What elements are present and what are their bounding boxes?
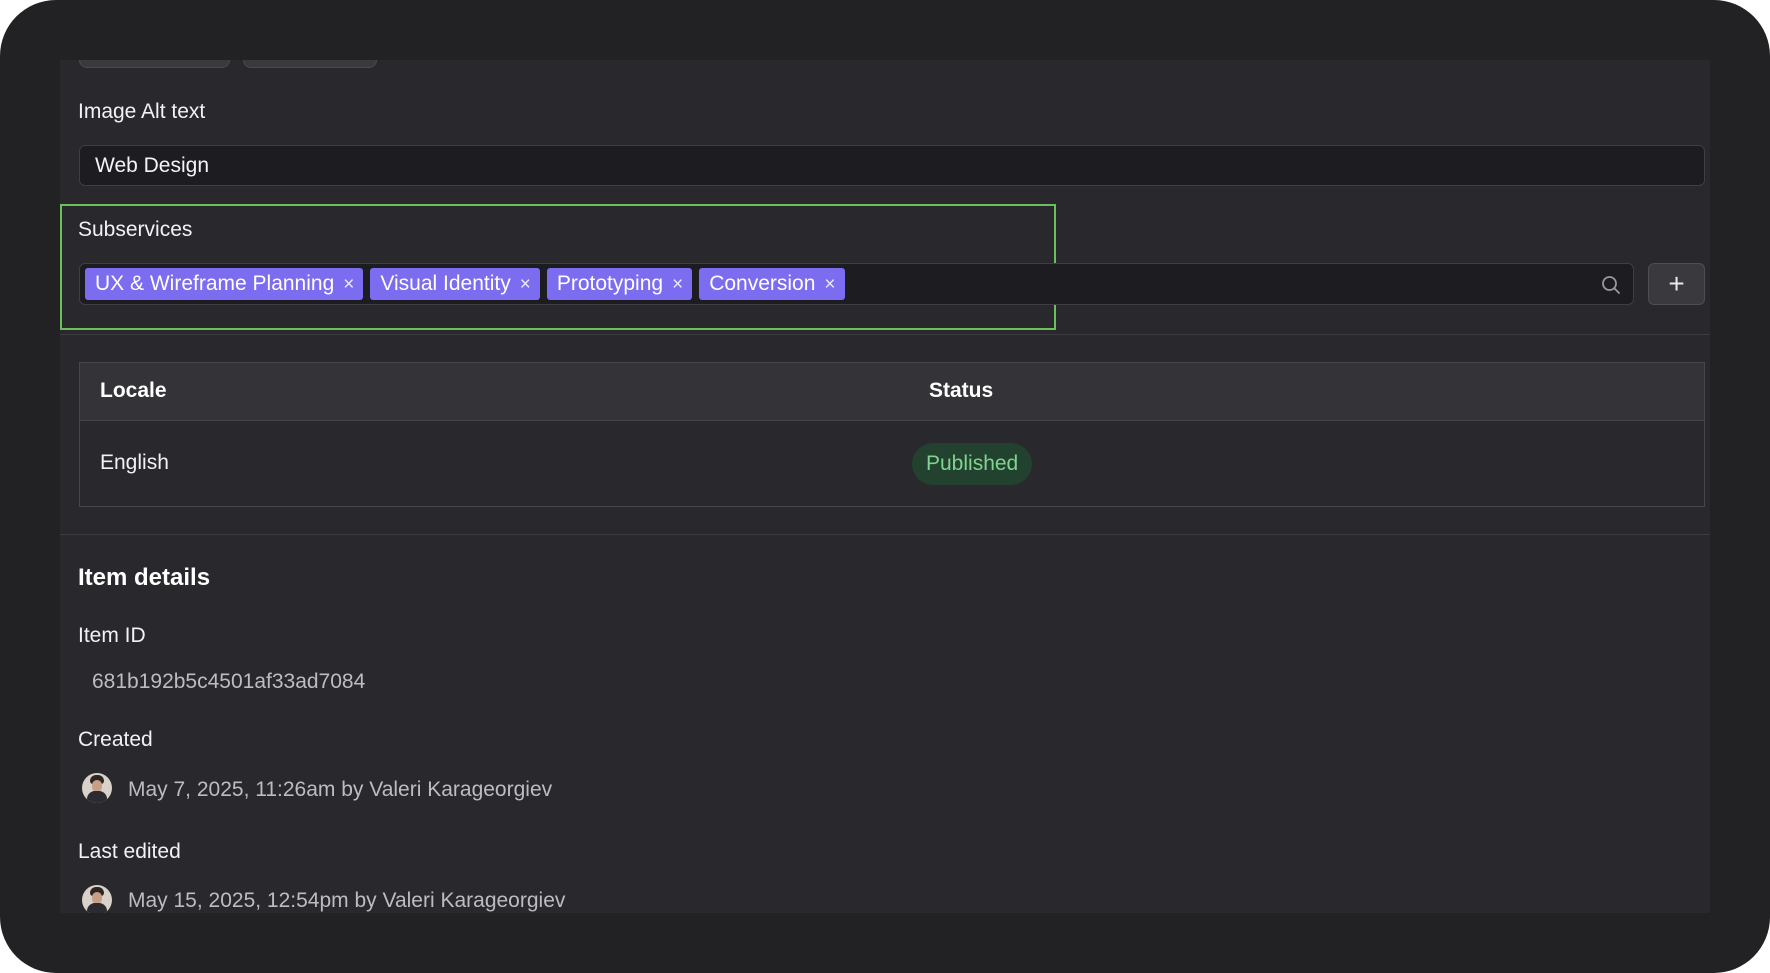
- tag-visual-identity: Visual Identity ×: [370, 268, 540, 300]
- divider: [60, 334, 1710, 335]
- status-badge: Published: [912, 443, 1033, 485]
- tag-label: Visual Identity: [380, 272, 511, 295]
- app-window: Image Alt text Web Design Subservices UX…: [0, 0, 1770, 973]
- tag-label: Conversion: [709, 272, 816, 295]
- remove-tag-icon[interactable]: ×: [520, 275, 531, 294]
- subservices-tag-input[interactable]: UX & Wireframe Planning × Visual Identit…: [79, 263, 1634, 305]
- tag-conversion: Conversion ×: [699, 268, 845, 300]
- divider: [60, 534, 1710, 535]
- locale-cell: English: [100, 451, 169, 474]
- item-editor-panel: Image Alt text Web Design Subservices UX…: [60, 60, 1710, 913]
- table-header: Locale Status: [80, 363, 1704, 421]
- locale-status-table: Locale Status English Published: [79, 362, 1705, 507]
- image-alt-label: Image Alt text: [78, 100, 206, 123]
- toolbar-button-1[interactable]: [79, 60, 230, 68]
- tag-prototyping: Prototyping ×: [546, 268, 693, 300]
- item-id-label: Item ID: [78, 624, 146, 647]
- toolbar-button-2[interactable]: [243, 60, 377, 68]
- tag-label: UX & Wireframe Planning: [95, 272, 335, 295]
- remove-tag-icon[interactable]: ×: [343, 275, 354, 294]
- avatar: [82, 885, 112, 913]
- avatar: [82, 773, 112, 803]
- column-header-status: Status: [929, 379, 994, 402]
- search-icon[interactable]: [1601, 275, 1621, 295]
- subservices-label: Subservices: [78, 218, 193, 241]
- tag-ux-wireframe-planning: UX & Wireframe Planning ×: [85, 268, 364, 300]
- last-edited-label: Last edited: [78, 840, 181, 863]
- column-header-locale: Locale: [100, 379, 167, 402]
- add-subservice-button[interactable]: +: [1648, 263, 1705, 305]
- last-edited-value: May 15, 2025, 12:54pm by Valeri Karageor…: [128, 889, 566, 912]
- created-value: May 7, 2025, 11:26am by Valeri Karageorg…: [128, 778, 553, 801]
- item-id-value: 681b192b5c4501af33ad7084: [92, 670, 366, 693]
- image-alt-input[interactable]: Web Design: [79, 145, 1705, 186]
- item-details-heading: Item details: [78, 564, 211, 591]
- created-label: Created: [78, 728, 153, 751]
- remove-tag-icon[interactable]: ×: [824, 275, 835, 294]
- remove-tag-icon[interactable]: ×: [672, 275, 683, 294]
- tag-label: Prototyping: [556, 272, 664, 295]
